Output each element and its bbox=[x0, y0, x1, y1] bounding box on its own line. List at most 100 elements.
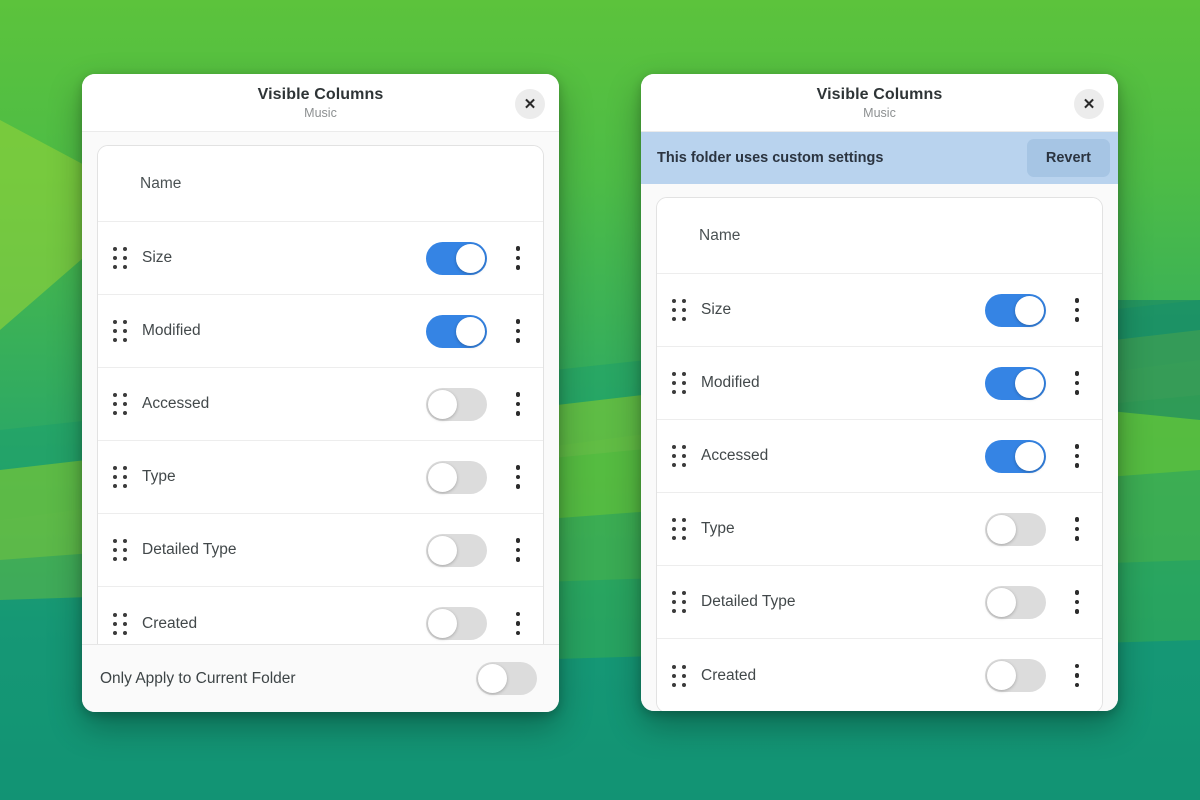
column-row-created[interactable]: Created bbox=[98, 587, 543, 644]
toggle-knob bbox=[456, 243, 485, 273]
column-label: Accessed bbox=[701, 447, 769, 464]
column-toggle[interactable] bbox=[426, 241, 487, 275]
column-label: Size bbox=[142, 249, 173, 266]
column-row-name: Name bbox=[98, 146, 543, 222]
banner-message: This folder uses custom settings bbox=[657, 150, 884, 166]
column-toggle[interactable] bbox=[426, 533, 487, 567]
column-row-detailed-type[interactable]: Detailed Type bbox=[98, 514, 543, 587]
drag-handle-icon[interactable] bbox=[112, 319, 128, 343]
column-label: Accessed bbox=[142, 395, 210, 412]
only-apply-current-folder-toggle[interactable] bbox=[476, 662, 537, 695]
column-row-accessed[interactable]: Accessed bbox=[657, 420, 1102, 493]
column-label: Created bbox=[701, 666, 757, 684]
dialog-titlebar: Visible Columns Music ✕ bbox=[82, 74, 559, 132]
close-icon: ✕ bbox=[1082, 95, 1096, 113]
drag-handle-icon[interactable] bbox=[112, 465, 128, 489]
column-toggle[interactable] bbox=[985, 512, 1046, 546]
drag-handle-icon[interactable] bbox=[112, 612, 128, 636]
close-button[interactable]: ✕ bbox=[515, 89, 545, 119]
toggle-knob bbox=[1015, 368, 1044, 398]
overflow-menu-icon[interactable] bbox=[1064, 295, 1090, 325]
close-icon: ✕ bbox=[523, 95, 537, 113]
column-label: Type bbox=[701, 520, 735, 537]
column-label: Detailed Type bbox=[701, 593, 796, 610]
column-toggle[interactable] bbox=[985, 366, 1046, 400]
column-label: Detailed Type bbox=[142, 541, 237, 558]
revert-button[interactable]: Revert bbox=[1026, 139, 1110, 177]
dialog-title: Visible Columns bbox=[816, 85, 943, 103]
column-label: Name bbox=[699, 226, 741, 244]
toggle-knob bbox=[1015, 295, 1044, 325]
toggle-knob bbox=[456, 316, 485, 346]
overflow-menu-icon[interactable] bbox=[505, 243, 531, 273]
overflow-menu-icon[interactable] bbox=[505, 609, 531, 639]
column-toggle[interactable] bbox=[426, 314, 487, 348]
columns-list: Name Size Modified Accessed Type Detaile… bbox=[97, 145, 544, 644]
toggle-knob bbox=[428, 389, 457, 419]
column-row-size[interactable]: Size bbox=[98, 222, 543, 295]
drag-handle-icon[interactable] bbox=[671, 298, 687, 322]
overflow-menu-icon[interactable] bbox=[505, 535, 531, 565]
toggle-knob bbox=[428, 462, 457, 492]
toggle-knob bbox=[428, 535, 457, 565]
column-toggle[interactable] bbox=[426, 387, 487, 421]
visible-columns-dialog-custom: Visible Columns Music ✕ This folder uses… bbox=[641, 74, 1118, 711]
columns-list-area: Name Size Modified Accessed Type Detaile… bbox=[82, 132, 559, 644]
only-apply-current-folder-label: Only Apply to Current Folder bbox=[100, 669, 296, 687]
column-row-modified[interactable]: Modified bbox=[657, 347, 1102, 420]
toggle-knob bbox=[428, 609, 457, 638]
column-row-type[interactable]: Type bbox=[657, 493, 1102, 566]
overflow-menu-icon[interactable] bbox=[1064, 368, 1090, 398]
drag-handle-icon[interactable] bbox=[112, 392, 128, 416]
toggle-knob bbox=[1015, 441, 1044, 471]
drag-handle-icon[interactable] bbox=[112, 538, 128, 562]
column-row-name: Name bbox=[657, 198, 1102, 274]
column-label: Name bbox=[140, 174, 182, 192]
drag-handle-icon[interactable] bbox=[671, 444, 687, 468]
dialog-title: Visible Columns bbox=[257, 85, 384, 103]
columns-list: Name Size Modified Accessed Type Detaile… bbox=[656, 197, 1103, 711]
overflow-menu-icon[interactable] bbox=[505, 389, 531, 419]
overflow-menu-icon[interactable] bbox=[1064, 587, 1090, 617]
column-toggle[interactable] bbox=[426, 460, 487, 494]
desktop-wallpaper: Visible Columns Music ✕ Name Size Modifi… bbox=[0, 0, 1200, 800]
column-toggle[interactable] bbox=[985, 659, 1046, 692]
column-label: Size bbox=[701, 301, 732, 318]
drag-handle-icon[interactable] bbox=[112, 246, 128, 270]
dialog-titlebar: Visible Columns Music ✕ bbox=[641, 74, 1118, 132]
columns-list-area: Name Size Modified Accessed Type Detaile… bbox=[641, 184, 1118, 711]
close-button[interactable]: ✕ bbox=[1074, 89, 1104, 119]
overflow-menu-icon[interactable] bbox=[505, 462, 531, 492]
column-row-detailed-type[interactable]: Detailed Type bbox=[657, 566, 1102, 639]
column-label: Modified bbox=[142, 322, 201, 339]
column-toggle[interactable] bbox=[985, 439, 1046, 473]
toggle-knob bbox=[987, 661, 1016, 690]
column-row-type[interactable]: Type bbox=[98, 441, 543, 514]
dialog-subtitle: Music bbox=[304, 105, 337, 120]
toggle-knob bbox=[987, 514, 1016, 544]
drag-handle-icon[interactable] bbox=[671, 664, 687, 688]
column-row-accessed[interactable]: Accessed bbox=[98, 368, 543, 441]
dialog-footer: Only Apply to Current Folder bbox=[82, 644, 559, 712]
drag-handle-icon[interactable] bbox=[671, 590, 687, 614]
overflow-menu-icon[interactable] bbox=[1064, 661, 1090, 691]
toggle-knob bbox=[478, 664, 507, 693]
overflow-menu-icon[interactable] bbox=[505, 316, 531, 346]
drag-handle-icon[interactable] bbox=[671, 371, 687, 395]
overflow-menu-icon[interactable] bbox=[1064, 441, 1090, 471]
column-row-size[interactable]: Size bbox=[657, 274, 1102, 347]
overflow-menu-icon[interactable] bbox=[1064, 514, 1090, 544]
visible-columns-dialog-default: Visible Columns Music ✕ Name Size Modifi… bbox=[82, 74, 559, 712]
drag-handle-icon[interactable] bbox=[671, 517, 687, 541]
toggle-knob bbox=[987, 587, 1016, 617]
column-row-modified[interactable]: Modified bbox=[98, 295, 543, 368]
dialog-subtitle: Music bbox=[863, 105, 896, 120]
custom-settings-banner: This folder uses custom settings Revert bbox=[641, 132, 1118, 184]
column-toggle[interactable] bbox=[985, 585, 1046, 619]
column-row-created[interactable]: Created bbox=[657, 639, 1102, 711]
column-toggle[interactable] bbox=[985, 293, 1046, 327]
column-label: Created bbox=[142, 614, 198, 632]
column-label: Type bbox=[142, 468, 176, 485]
column-toggle[interactable] bbox=[426, 607, 487, 640]
column-label: Modified bbox=[701, 374, 760, 391]
